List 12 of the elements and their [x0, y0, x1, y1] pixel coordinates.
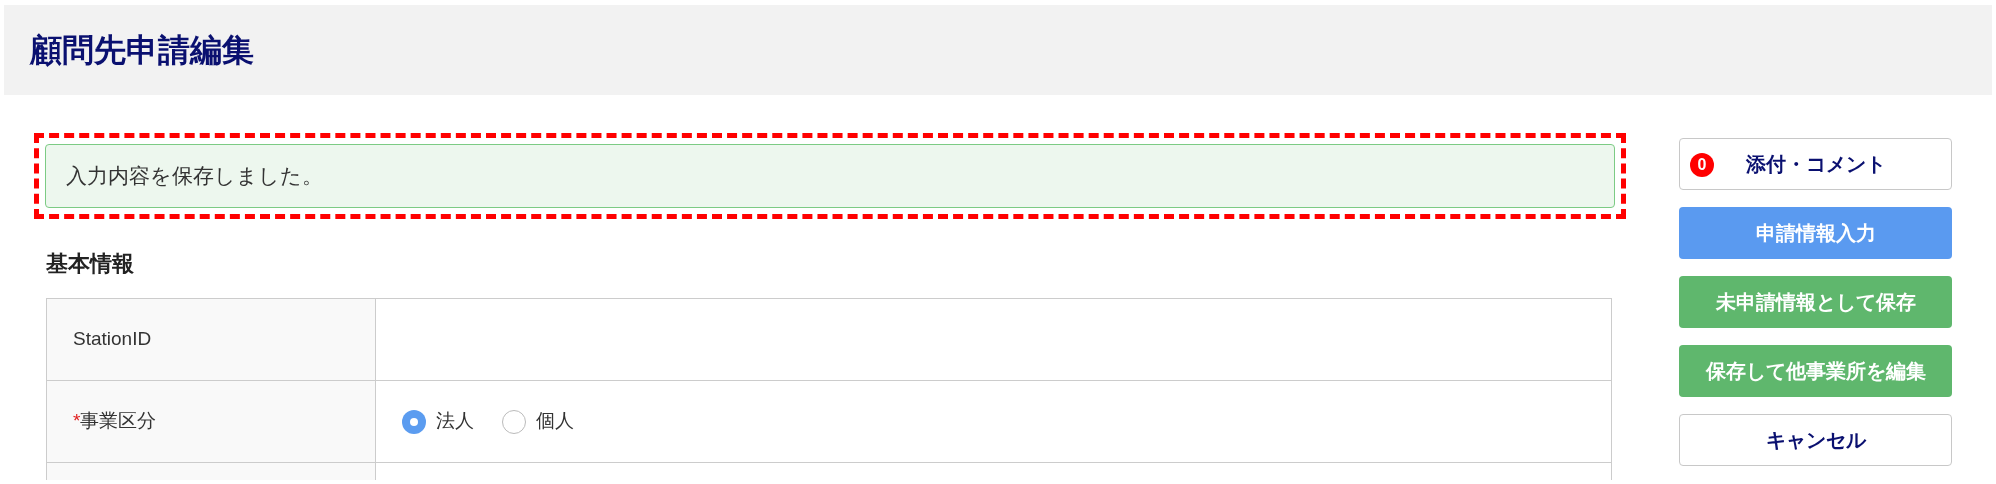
field-label: StationID: [73, 327, 152, 352]
radio-label[interactable]: 法人: [436, 407, 474, 436]
section-title: 基本情報: [46, 250, 135, 278]
radio-label[interactable]: 個人: [536, 407, 574, 436]
page-title: 顧問先申請編集: [30, 31, 254, 70]
action-button[interactable]: 0 添付・コメント: [1679, 138, 1952, 190]
radio-button[interactable]: [402, 409, 426, 434]
count-badge: 0: [1690, 153, 1714, 177]
radio-button[interactable]: [502, 409, 526, 434]
action-button[interactable]: キャンセル: [1679, 414, 1952, 466]
alert-message: 入力内容を保存しました。: [66, 163, 323, 190]
field-label: *事業区分: [73, 409, 157, 434]
